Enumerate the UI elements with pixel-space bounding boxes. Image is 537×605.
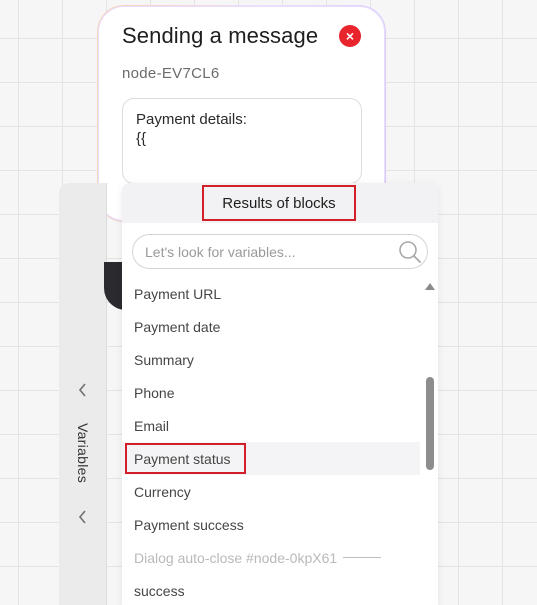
scroll-up-arrow-icon[interactable] bbox=[425, 283, 435, 290]
section-label: Dialog auto-close #node-0kpX61 bbox=[134, 549, 338, 566]
chevron-left-icon[interactable] bbox=[59, 510, 107, 528]
list-item[interactable]: success bbox=[122, 574, 420, 605]
node-id: node-EV7CL6 bbox=[122, 65, 220, 82]
list-item[interactable]: Phone bbox=[122, 376, 420, 409]
list-item[interactable]: Email bbox=[122, 409, 420, 442]
list-section-header: Dialog auto-close #node-0kpX61 bbox=[122, 541, 420, 574]
chevron-left-icon[interactable] bbox=[59, 383, 107, 401]
list-item[interactable]: Summary bbox=[122, 343, 420, 376]
list-item[interactable]: Payment URL bbox=[122, 277, 420, 310]
list-item[interactable]: Payment date bbox=[122, 310, 420, 343]
list-item[interactable]: Payment success bbox=[122, 508, 420, 541]
scrollbar-thumb[interactable] bbox=[426, 377, 434, 470]
search-input[interactable] bbox=[145, 243, 385, 261]
section-divider bbox=[343, 557, 382, 558]
variables-dropdown: Results of blocks Payment URL Payment da… bbox=[122, 183, 438, 605]
list-item-highlighted[interactable]: Payment status bbox=[122, 442, 420, 475]
close-icon[interactable]: × bbox=[339, 25, 361, 47]
highlight-box bbox=[125, 443, 246, 474]
message-textarea[interactable]: Payment details: {{ bbox=[122, 98, 362, 184]
panel-header: Results of blocks bbox=[122, 183, 438, 223]
variables-label[interactable]: Variables bbox=[75, 423, 91, 483]
panel-title[interactable]: Results of blocks bbox=[202, 185, 356, 221]
node-title: Sending a message bbox=[122, 23, 319, 48]
search-icon[interactable] bbox=[398, 240, 422, 269]
search-field[interactable] bbox=[132, 234, 428, 269]
variables-rail[interactable]: Variables bbox=[59, 183, 107, 605]
list-item[interactable]: Currency bbox=[122, 475, 420, 508]
